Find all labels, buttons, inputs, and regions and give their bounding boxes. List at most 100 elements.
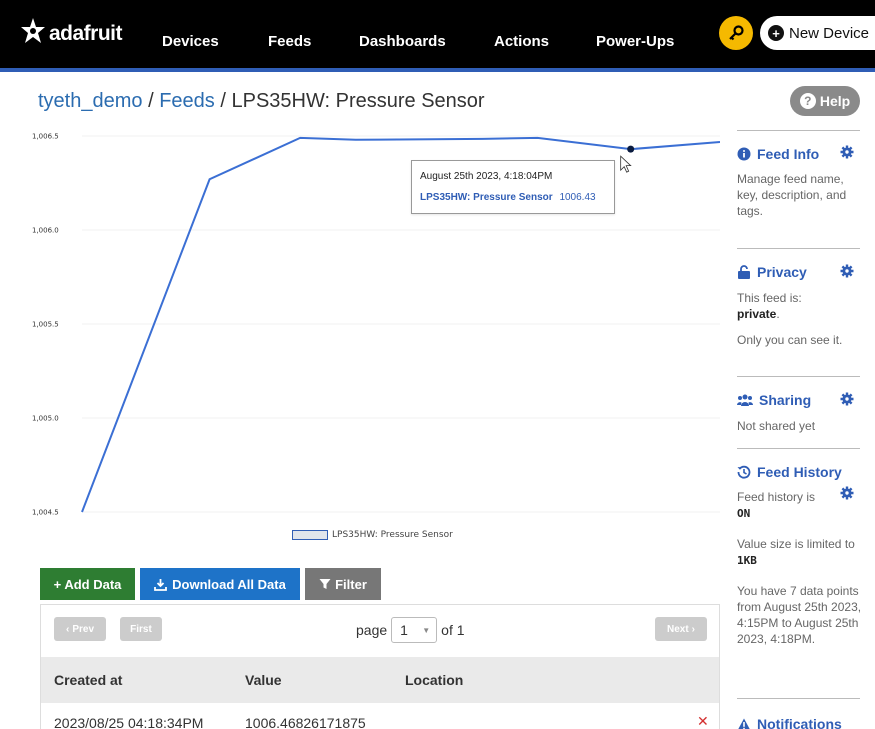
question-icon: ? (799, 93, 816, 109)
page-label: page (356, 622, 388, 638)
info-circle-icon (737, 147, 751, 161)
nav-feeds[interactable]: Feeds (268, 33, 311, 50)
value-size-limit: 1KB (737, 554, 757, 567)
warning-triangle-icon (737, 718, 751, 729)
table-row[interactable]: 2023/08/25 04:18:34PM 1006.46826171875 ✕ (41, 703, 719, 729)
pressure-line-chart[interactable]: 1,006.5 1,006.0 1,005.5 1,005.0 1,004.5 (30, 125, 720, 550)
api-key-button[interactable] (719, 16, 753, 50)
privacy-title[interactable]: Privacy (737, 264, 807, 280)
download-all-data-button[interactable]: Download All Data (140, 568, 300, 600)
feed-history-status-prefix: Feed history is (737, 490, 816, 504)
y-tick-label: 1,005.5 (32, 321, 59, 329)
sidebar-divider (737, 698, 860, 699)
star-logo-icon (21, 18, 45, 43)
breadcrumb-separator: / (220, 90, 232, 112)
sharing-title[interactable]: Sharing (737, 392, 811, 408)
privacy-prefix: This feed is: (737, 291, 802, 305)
notifications-label: Notifications (757, 716, 842, 729)
chart-legend[interactable]: LPS35HW: Pressure Sensor (292, 530, 453, 540)
chart-grid (82, 135, 720, 513)
feed-info-label: Feed Info (757, 146, 820, 162)
breadcrumb-user[interactable]: tyeth_demo (38, 90, 143, 112)
feed-history-label: Feed History (757, 464, 842, 480)
sharing-gear-icon[interactable] (840, 392, 854, 411)
feed-history-description: Feed history is ON Value size is limited… (737, 489, 862, 647)
next-page-button[interactable]: Next › (655, 617, 707, 641)
next-label: Next (666, 623, 689, 635)
tooltip-series-name: LPS35HW: Pressure Sensor (420, 192, 553, 203)
chevron-right-icon: › (691, 623, 696, 635)
column-created-at[interactable]: Created at (54, 672, 122, 688)
filter-label: Filter (335, 576, 367, 592)
breadcrumb-current: LPS35HW: Pressure Sensor (231, 90, 485, 112)
page-total: of 1 (441, 622, 465, 638)
prev-label: Prev (72, 623, 95, 635)
pagination-bar: ‹ Prev First page 1 ▼ of 1 Next › (41, 605, 719, 657)
feed-info-title[interactable]: Feed Info (737, 146, 819, 162)
plus-circle-icon: + (768, 25, 784, 41)
filter-icon (319, 579, 331, 589)
column-location[interactable]: Location (405, 672, 463, 688)
page-select[interactable]: 1 ▼ (391, 617, 438, 643)
history-icon (737, 465, 751, 479)
add-data-label: + Add Data (53, 576, 122, 592)
privacy-status: private (737, 307, 777, 321)
download-icon (154, 578, 168, 591)
sharing-description: Not shared yet (737, 419, 816, 433)
page-select-value: 1 (400, 622, 408, 638)
y-tick-label: 1,006.5 (32, 133, 59, 141)
privacy-suffix: Only you can see it. (737, 333, 843, 347)
download-all-label: Download All Data (172, 576, 286, 592)
table-header: Created at Value Location (41, 657, 719, 703)
notifications-title[interactable]: Notifications (737, 716, 842, 729)
value-size-text: Value size is limited to 1KB (737, 536, 862, 569)
chart-tooltip: August 25th 2023, 4:18:04PM LPS35HW: Pre… (411, 160, 615, 214)
add-data-button[interactable]: + Add Data (40, 568, 135, 600)
nav-actions[interactable]: Actions (494, 33, 549, 50)
chevron-left-icon: ‹ (65, 623, 70, 635)
help-button[interactable]: ? Help (790, 86, 860, 116)
adafruit-logo[interactable]: adafruit (18, 16, 123, 46)
breadcrumb: tyeth_demo / Feeds / LPS35HW: Pressure S… (38, 90, 485, 113)
breadcrumb-separator: / (148, 90, 160, 112)
tooltip-value: 1006.43 (559, 192, 596, 203)
nav-devices[interactable]: Devices (162, 33, 219, 50)
new-device-button[interactable]: + New Device (760, 16, 875, 50)
users-icon (737, 393, 753, 407)
nav-power-ups[interactable]: Power-Ups (596, 33, 674, 50)
y-axis-ticks: 1,006.5 1,006.0 1,005.5 1,005.0 1,004.5 (32, 133, 59, 517)
filter-button[interactable]: Filter (305, 568, 381, 600)
first-label: First (130, 623, 152, 635)
sidebar-divider (737, 248, 860, 249)
data-points-summary: You have 7 data points from August 25th … (737, 584, 862, 646)
sidebar-divider (737, 448, 860, 449)
sidebar-divider (737, 376, 860, 377)
feed-history-title[interactable]: Feed History (737, 464, 842, 480)
y-tick-label: 1,004.5 (32, 509, 59, 517)
feed-info-gear-icon[interactable] (840, 145, 854, 164)
help-label: Help (819, 93, 851, 109)
page-selector-group: page 1 ▼ of 1 (356, 617, 465, 643)
tooltip-date: August 25th 2023, 4:18:04PM (420, 171, 553, 182)
unlock-icon (737, 265, 751, 279)
privacy-gear-icon[interactable] (840, 264, 854, 283)
privacy-description: This feed is: private. Only you can see … (737, 290, 862, 348)
y-tick-label: 1,006.0 (32, 227, 59, 235)
first-page-button[interactable]: First (120, 617, 162, 641)
value-size-prefix: Value size is limited to (737, 537, 855, 551)
highlighted-point[interactable] (627, 145, 635, 153)
breadcrumb-feeds[interactable]: Feeds (159, 90, 215, 112)
feed-info-description: Manage feed name, key, description, and … (737, 172, 847, 218)
top-navbar: adafruit Devices Feeds Dashboards Action… (0, 0, 875, 68)
mouse-cursor-icon (620, 155, 632, 173)
nav-dashboards[interactable]: Dashboards (359, 33, 446, 50)
sharing-label: Sharing (759, 392, 812, 408)
delete-row-icon[interactable]: ✕ (697, 713, 709, 729)
nav-accent-stripe (0, 68, 875, 72)
prev-page-button[interactable]: ‹ Prev (54, 617, 106, 641)
column-value[interactable]: Value (245, 672, 282, 688)
legend-swatch (292, 530, 328, 540)
privacy-label: Privacy (757, 264, 807, 280)
key-icon (729, 25, 744, 41)
y-tick-label: 1,005.0 (32, 415, 59, 423)
